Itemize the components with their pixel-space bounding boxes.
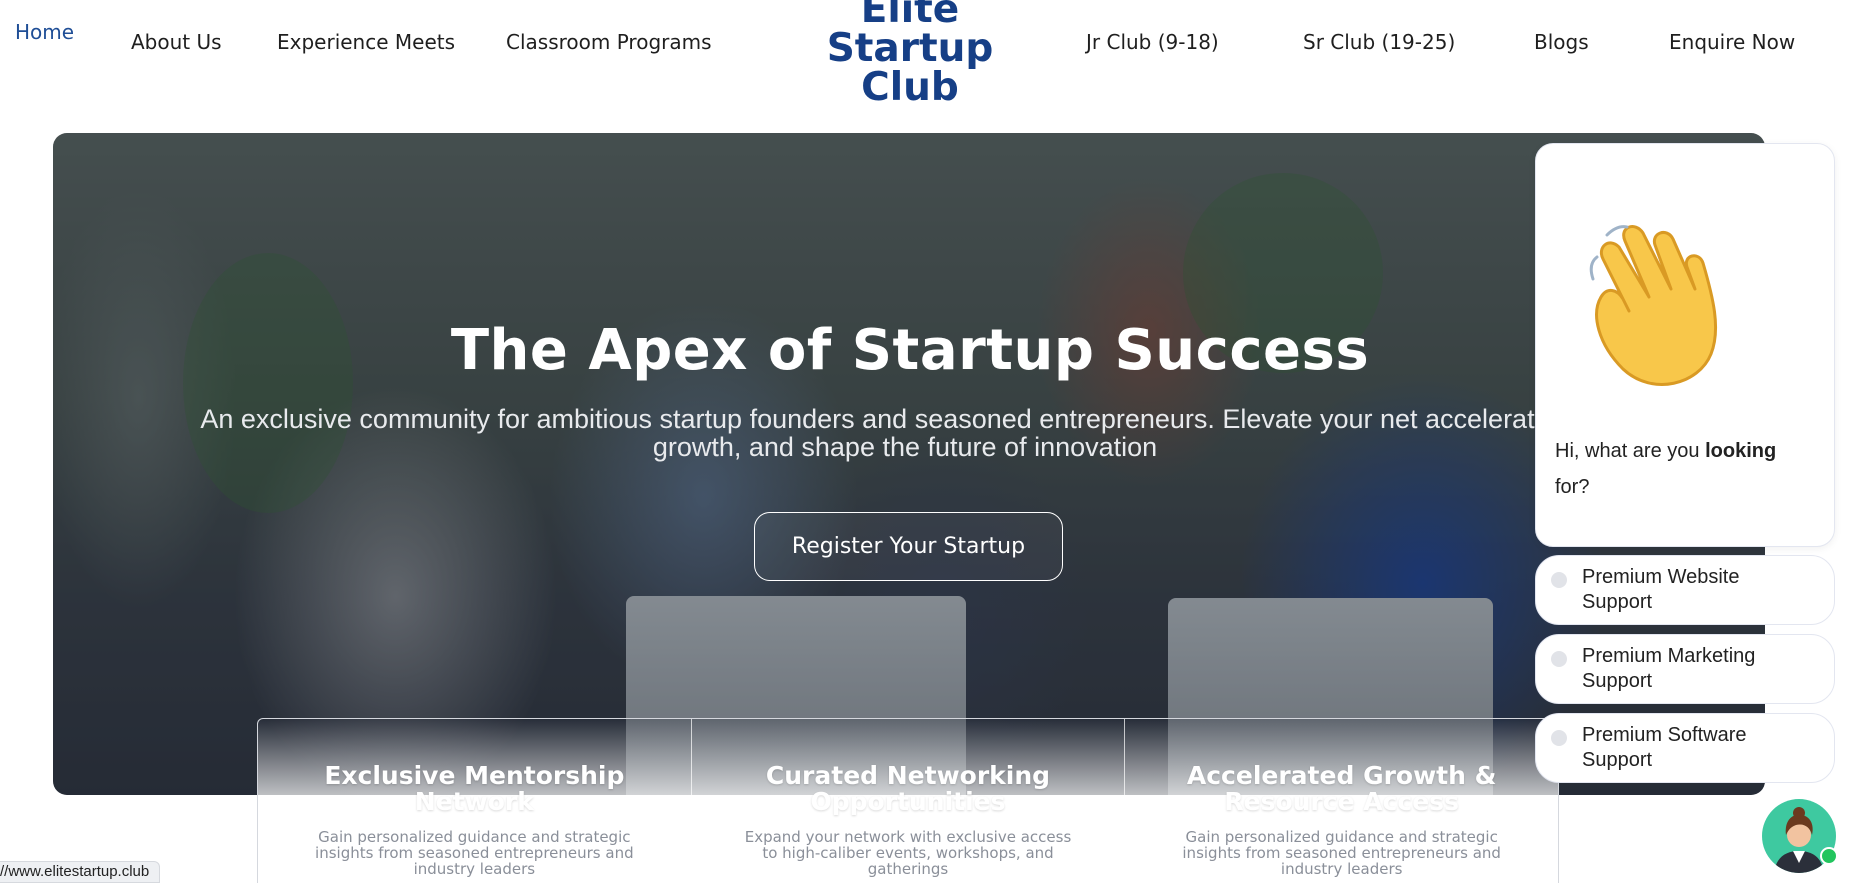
online-status-dot [1820, 847, 1838, 865]
chat-option-label: Premium Software Support [1582, 724, 1747, 771]
chat-option-label: Premium Marketing Support [1582, 645, 1756, 692]
feature-title: Accelerated Growth & Resource Access [1186, 761, 1497, 816]
register-startup-button[interactable]: Register Your Startup [754, 512, 1063, 581]
nav-enquire-now[interactable]: Enquire Now [1669, 30, 1795, 54]
feature-card-mentorship: Exclusive Mentorship Network Gain person… [258, 719, 691, 883]
logo-line-2: Startup [826, 26, 994, 71]
nav-experience-meets[interactable]: Experience Meets [277, 30, 455, 54]
feature-title: Exclusive Mentorship Network [324, 761, 625, 816]
chat-option-marketing-support[interactable]: Premium Marketing Support [1535, 634, 1835, 704]
link-status-bar: //www.elitestartup.club [0, 861, 161, 883]
site-logo[interactable]: Elite Startup Club [820, 0, 1000, 107]
radio-icon[interactable] [1551, 572, 1567, 588]
feature-card-networking: Curated Networking Opportunities Expand … [690, 719, 1125, 883]
logo-line-1: Elite [860, 0, 960, 32]
feature-card-growth: Accelerated Growth & Resource Access Gai… [1124, 719, 1558, 883]
radio-icon[interactable] [1551, 651, 1567, 667]
chat-greeting: Hi, what are you looking for? [1555, 433, 1815, 505]
nav-jr-club[interactable]: Jr Club (9-18) [1086, 30, 1219, 54]
chat-option-label: Premium Website Support [1582, 566, 1740, 613]
chat-option-website-support[interactable]: Premium Website Support [1535, 555, 1835, 625]
hero-subtitle: An exclusive community for ambitious sta… [200, 405, 1610, 462]
greeting-text: Hi, what are you [1555, 440, 1706, 462]
chat-welcome-card: Hi, what are you looking for? [1535, 143, 1835, 547]
feature-description: Gain personalized guidance and strategic… [1182, 828, 1501, 878]
greeting-bold-text: looking [1705, 440, 1777, 462]
logo-line-3: Club [861, 65, 959, 110]
nav-classroom-programs[interactable]: Classroom Programs [506, 30, 712, 54]
nav-home[interactable]: Home [15, 20, 74, 44]
radio-icon[interactable] [1551, 730, 1567, 746]
feature-title: Curated Networking Opportunities [765, 761, 1051, 816]
nav-sr-club[interactable]: Sr Club (19-25) [1303, 30, 1455, 54]
top-navigation: Home About Us Experience Meets Classroom… [0, 0, 1860, 110]
waving-hand-icon [1589, 225, 1718, 386]
feature-description: Gain personalized guidance and strategic… [315, 828, 634, 878]
greeting-text-end: for? [1555, 476, 1590, 498]
nav-blogs[interactable]: Blogs [1534, 30, 1589, 54]
chat-option-software-support[interactable]: Premium Software Support [1535, 713, 1835, 783]
feature-cards: Exclusive Mentorship Network Gain person… [257, 718, 1559, 883]
nav-about-us[interactable]: About Us [131, 30, 222, 54]
feature-description: Expand your network with exclusive acces… [744, 828, 1072, 878]
